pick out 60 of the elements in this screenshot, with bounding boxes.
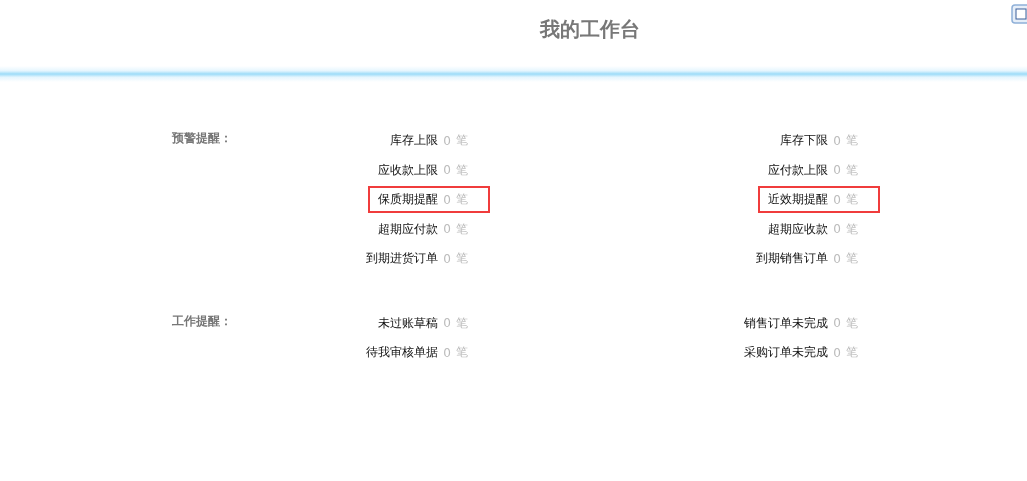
reminder-item[interactable]: 销售订单未完成 0 笔 [734,309,880,337]
reminder-count: 0 [833,316,841,331]
reminder-name: 采购订单未完成 [744,344,829,362]
reminder-count: 0 [833,133,841,148]
reminder-unit: 笔 [846,250,858,268]
highlight-frame[interactable]: 近效期提醒 0 笔 [758,186,880,214]
reminder-item[interactable]: 超期应收款 0 笔 [758,215,880,243]
reminder-unit: 笔 [846,132,858,150]
reminder-count: 0 [833,345,841,360]
reminder-name: 到期销售订单 [756,250,829,268]
reminder-count: 0 [833,251,841,266]
reminder-count: 0 [443,251,451,266]
reminder-unit: 笔 [456,161,468,179]
reminder-count: 0 [443,133,451,148]
reminder-item[interactable]: 未过账草稿 0 笔 [368,309,490,337]
reminder-unit: 笔 [846,314,858,332]
reminder-unit: 笔 [846,161,858,179]
reminder-name: 待我审核单据 [366,344,439,362]
window-icon[interactable] [1011,4,1027,24]
reminder-item[interactable]: 采购订单未完成 0 笔 [734,339,880,367]
reminder-name: 超期应收款 [768,220,829,238]
reminder-name: 销售订单未完成 [744,314,829,332]
reminder-unit: 笔 [456,250,468,268]
reminder-unit: 笔 [456,220,468,238]
reminder-unit: 笔 [456,344,468,362]
reminder-count: 0 [443,163,451,178]
reminder-name: 保质期提醒 [378,191,439,209]
reminder-count: 0 [833,192,841,207]
reminder-name: 应付款上限 [768,161,829,179]
reminder-name: 超期应付款 [378,220,439,238]
reminder-item[interactable]: 应付款上限 0 笔 [758,156,880,184]
reminder-unit: 笔 [846,344,858,362]
reminder-count: 0 [443,316,451,331]
reminder-count: 0 [443,222,451,237]
reminder-item[interactable]: 到期销售订单 0 笔 [746,245,880,273]
reminder-item[interactable]: 超期应付款 0 笔 [368,215,490,243]
reminder-unit: 笔 [846,220,858,238]
reminder-count: 0 [443,345,451,360]
reminder-count: 0 [833,163,841,178]
reminder-item[interactable]: 库存下限 0 笔 [770,127,880,155]
reminder-item[interactable]: 到期进货订单 0 笔 [356,245,490,273]
page-title: 我的工作台 [540,15,640,43]
highlight-frame[interactable]: 保质期提醒 0 笔 [368,186,490,214]
section-label: 预警提醒： [172,130,233,147]
reminder-item[interactable]: 库存上限 0 笔 [380,127,490,155]
reminder-name: 近效期提醒 [768,191,829,209]
reminder-unit: 笔 [456,191,468,209]
section-label: 工作提醒： [172,312,233,330]
reminder-name: 库存下限 [780,132,829,150]
reminder-unit: 笔 [456,314,468,332]
reminder-unit: 笔 [846,191,858,209]
reminder-unit: 笔 [456,132,468,150]
reminder-item[interactable]: 待我审核单据 0 笔 [356,339,490,367]
reminder-item[interactable]: 应收款上限 0 笔 [368,156,490,184]
reminder-name: 应收款上限 [378,161,439,179]
reminder-count: 0 [833,222,841,237]
reminder-count: 0 [443,192,451,207]
reminder-name: 到期进货订单 [366,250,439,268]
reminder-name: 未过账草稿 [378,314,439,332]
reminder-name: 库存上限 [390,132,439,150]
